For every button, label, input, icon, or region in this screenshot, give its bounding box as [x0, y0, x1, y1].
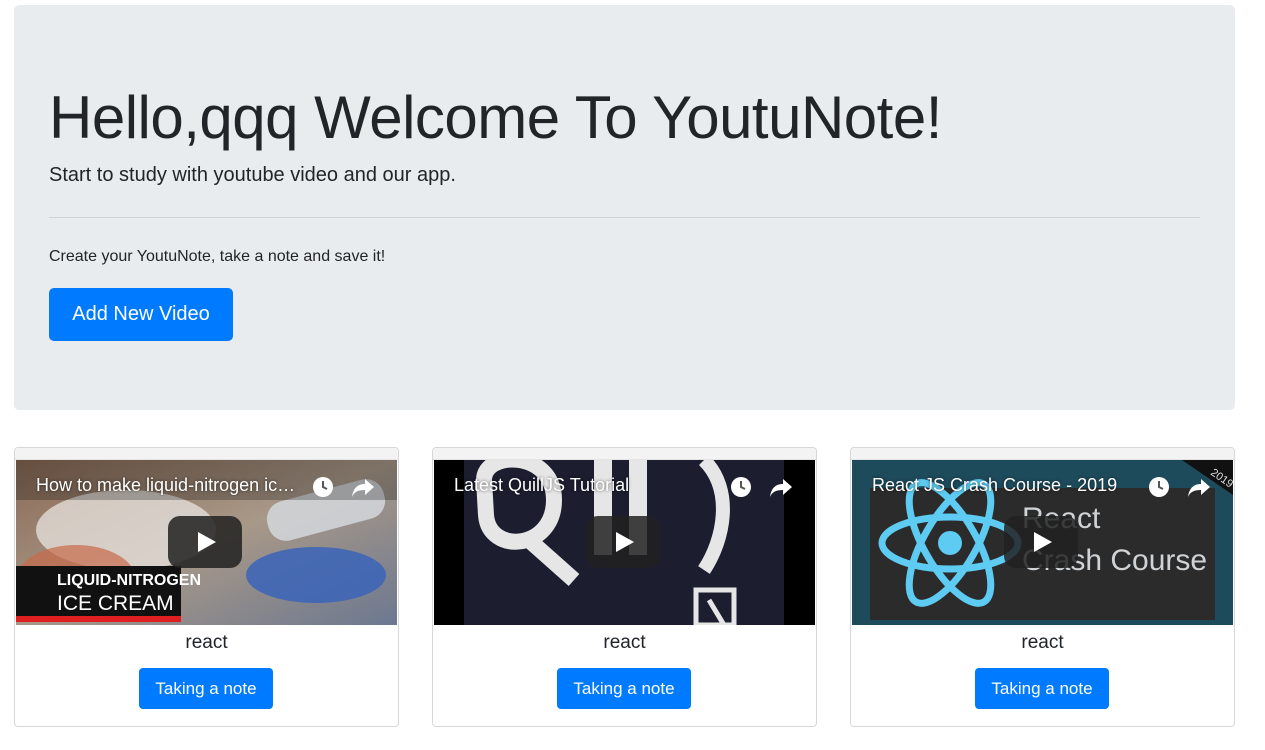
video-title[interactable]: Latest QuillJS Tutorial [454, 475, 722, 496]
play-button[interactable] [586, 516, 660, 568]
cta-text: Create your YoutuNote, take a note and s… [49, 248, 386, 265]
card-title: react [603, 632, 646, 653]
taking-a-note-button[interactable]: Taking a note [557, 668, 691, 709]
taking-a-note-button[interactable]: Taking a note [975, 668, 1109, 709]
watch-later-icon[interactable] [730, 476, 752, 498]
jumbotron: Hello,qqq Welcome To YoutuNote! Start to… [14, 5, 1235, 410]
page-title: Hello,qqq Welcome To YoutuNote! [49, 84, 942, 151]
video-player[interactable]: LIQUID-NITROGEN ICE CREAM How to make li… [16, 460, 397, 625]
thumbnail-caption-top: LIQUID-NITROGEN [57, 572, 201, 589]
play-button[interactable] [168, 516, 242, 568]
card-header [851, 448, 1234, 460]
watch-later-icon[interactable] [1148, 476, 1170, 498]
video-card: Latest QuillJS Tutorial react Taking a n… [432, 447, 817, 727]
video-card: React Crash Course 2019 React JS Crash C… [850, 447, 1235, 727]
divider [49, 217, 1200, 218]
add-new-video-button[interactable]: Add New Video [49, 288, 233, 341]
play-button[interactable] [1004, 516, 1078, 568]
card-title: react [185, 632, 228, 653]
lead-text: Start to study with youtube video and ou… [49, 164, 456, 186]
taking-a-note-button[interactable]: Taking a note [139, 668, 273, 709]
card-header [15, 448, 398, 460]
video-title[interactable]: How to make liquid-nitrogen ice cream [36, 475, 304, 496]
share-icon[interactable] [351, 476, 375, 498]
share-icon[interactable] [769, 476, 793, 498]
video-card: LIQUID-NITROGEN ICE CREAM How to make li… [14, 447, 399, 727]
video-player[interactable]: React Crash Course 2019 React JS Crash C… [852, 460, 1233, 625]
card-title: react [1021, 632, 1064, 653]
watch-later-icon[interactable] [312, 476, 334, 498]
thumbnail-caption-bottom: ICE CREAM [57, 592, 174, 615]
video-title[interactable]: React JS Crash Course - 2019 [872, 475, 1140, 496]
video-player[interactable]: Latest QuillJS Tutorial [434, 460, 815, 625]
card-header [433, 448, 816, 460]
share-icon[interactable] [1187, 476, 1211, 498]
